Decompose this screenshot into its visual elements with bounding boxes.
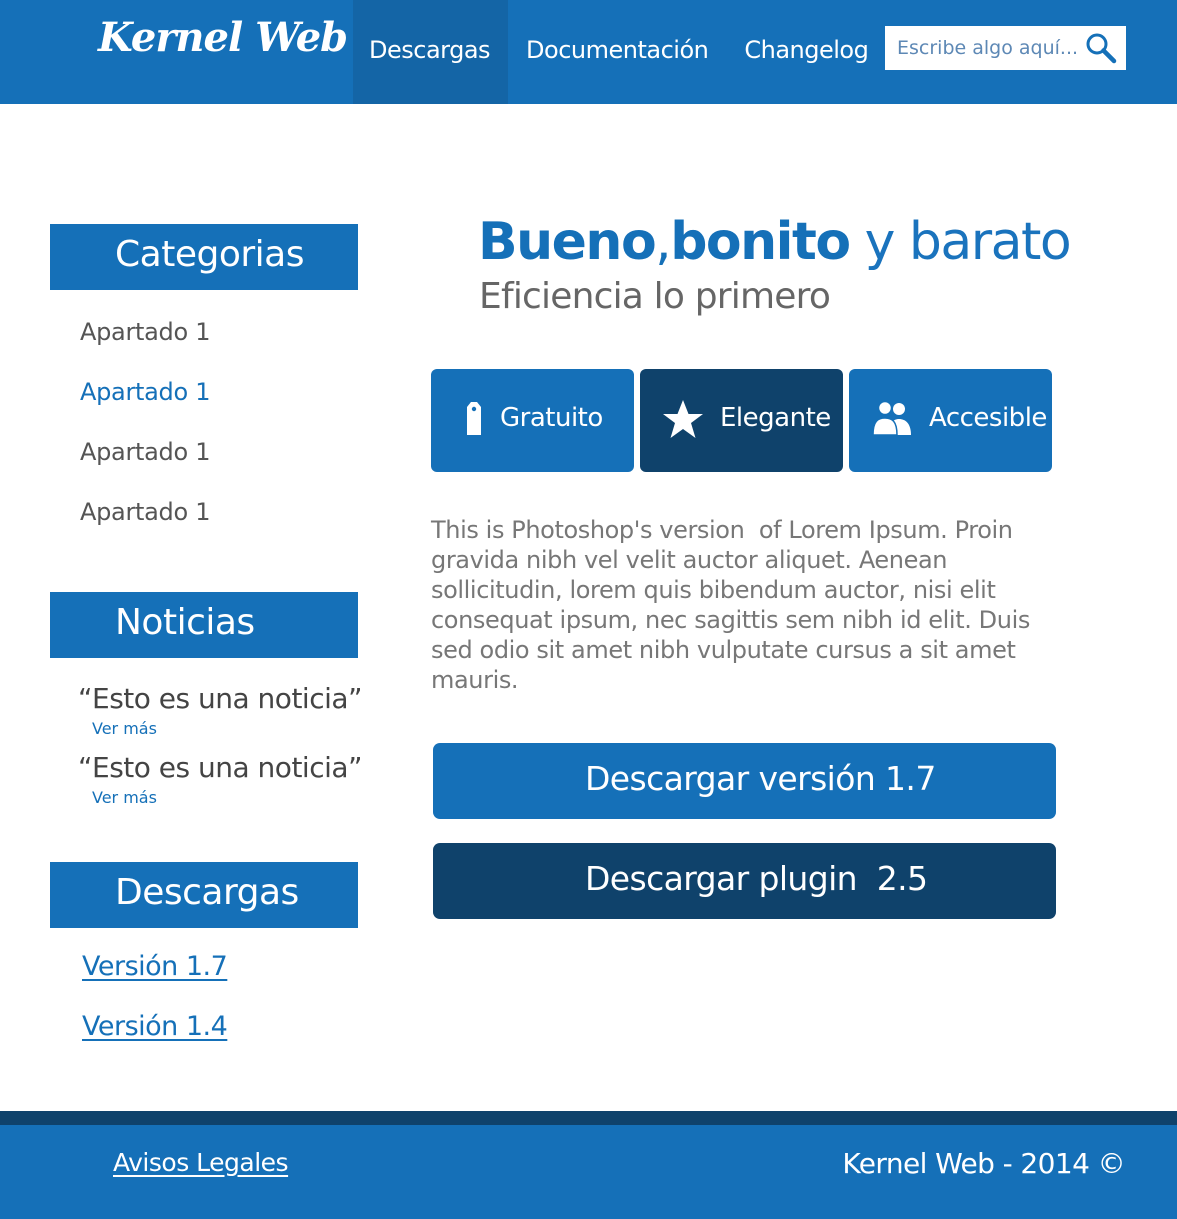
download-plugin-button[interactable]: Descargar plugin 2.5 (433, 843, 1056, 919)
category-item[interactable]: Apartado 1 (80, 378, 210, 406)
hero-title-bold: Bueno (478, 212, 657, 272)
search-box (885, 26, 1126, 70)
nav-item-descargas[interactable]: Descargas (353, 0, 509, 104)
feature-gratuito[interactable]: Gratuito (431, 369, 634, 472)
nav-item-changelog[interactable]: Changelog (726, 0, 886, 104)
hero-title: Bueno,bonito y barato (478, 212, 1072, 272)
feature-accesible[interactable]: Accesible (849, 369, 1052, 472)
news-item-title: “Esto es una noticia” (78, 682, 363, 715)
news-read-more-link[interactable]: Ver más (92, 719, 157, 738)
top-bar: Kernel Web Descargas Documentación Chang… (0, 0, 1177, 104)
download-link-1-7[interactable]: Versión 1.7 (82, 951, 228, 982)
news-read-more-link[interactable]: Ver más (92, 788, 157, 807)
search-input[interactable] (885, 26, 1080, 70)
hero-subtitle: Eficiencia lo primero (479, 276, 831, 317)
news-header: Noticias (50, 592, 358, 658)
site-logo[interactable]: Kernel Web (98, 14, 348, 61)
category-item[interactable]: Apartado 1 (80, 318, 210, 346)
category-item[interactable]: Apartado 1 (80, 438, 210, 466)
main-nav: Descargas Documentación Changelog (353, 0, 886, 104)
footer: Avisos Legales Kernel Web - 2014 © (0, 1125, 1177, 1219)
downloads-header: Descargas (50, 862, 358, 928)
category-item[interactable]: Apartado 1 (80, 498, 210, 526)
news-item-title: “Esto es una noticia” (78, 751, 363, 784)
hero-title-comma: , (655, 212, 672, 272)
nav-item-documentacion[interactable]: Documentación (508, 0, 726, 104)
hero-title-thin: y barato (849, 212, 1072, 272)
download-link-1-4[interactable]: Versión 1.4 (82, 1011, 228, 1042)
feature-label: Accesible (929, 403, 1047, 433)
tag-icon (467, 402, 481, 435)
feature-label: Elegante (720, 403, 831, 433)
hero-title-bold: bonito (670, 212, 851, 272)
copyright-text: Kernel Web - 2014 © (842, 1147, 1125, 1180)
search-icon[interactable] (1085, 32, 1117, 64)
footer-divider (0, 1111, 1177, 1125)
star-icon (663, 400, 703, 438)
categories-header: Categorias (50, 224, 358, 290)
feature-elegante[interactable]: Elegante (640, 369, 843, 472)
legal-notices-link[interactable]: Avisos Legales (113, 1148, 289, 1177)
download-version-button[interactable]: Descargar versión 1.7 (433, 743, 1056, 819)
intro-paragraph: This is Photoshop's version of Lorem Ips… (431, 516, 1038, 694)
feature-label: Gratuito (500, 403, 603, 433)
users-icon (872, 400, 911, 436)
